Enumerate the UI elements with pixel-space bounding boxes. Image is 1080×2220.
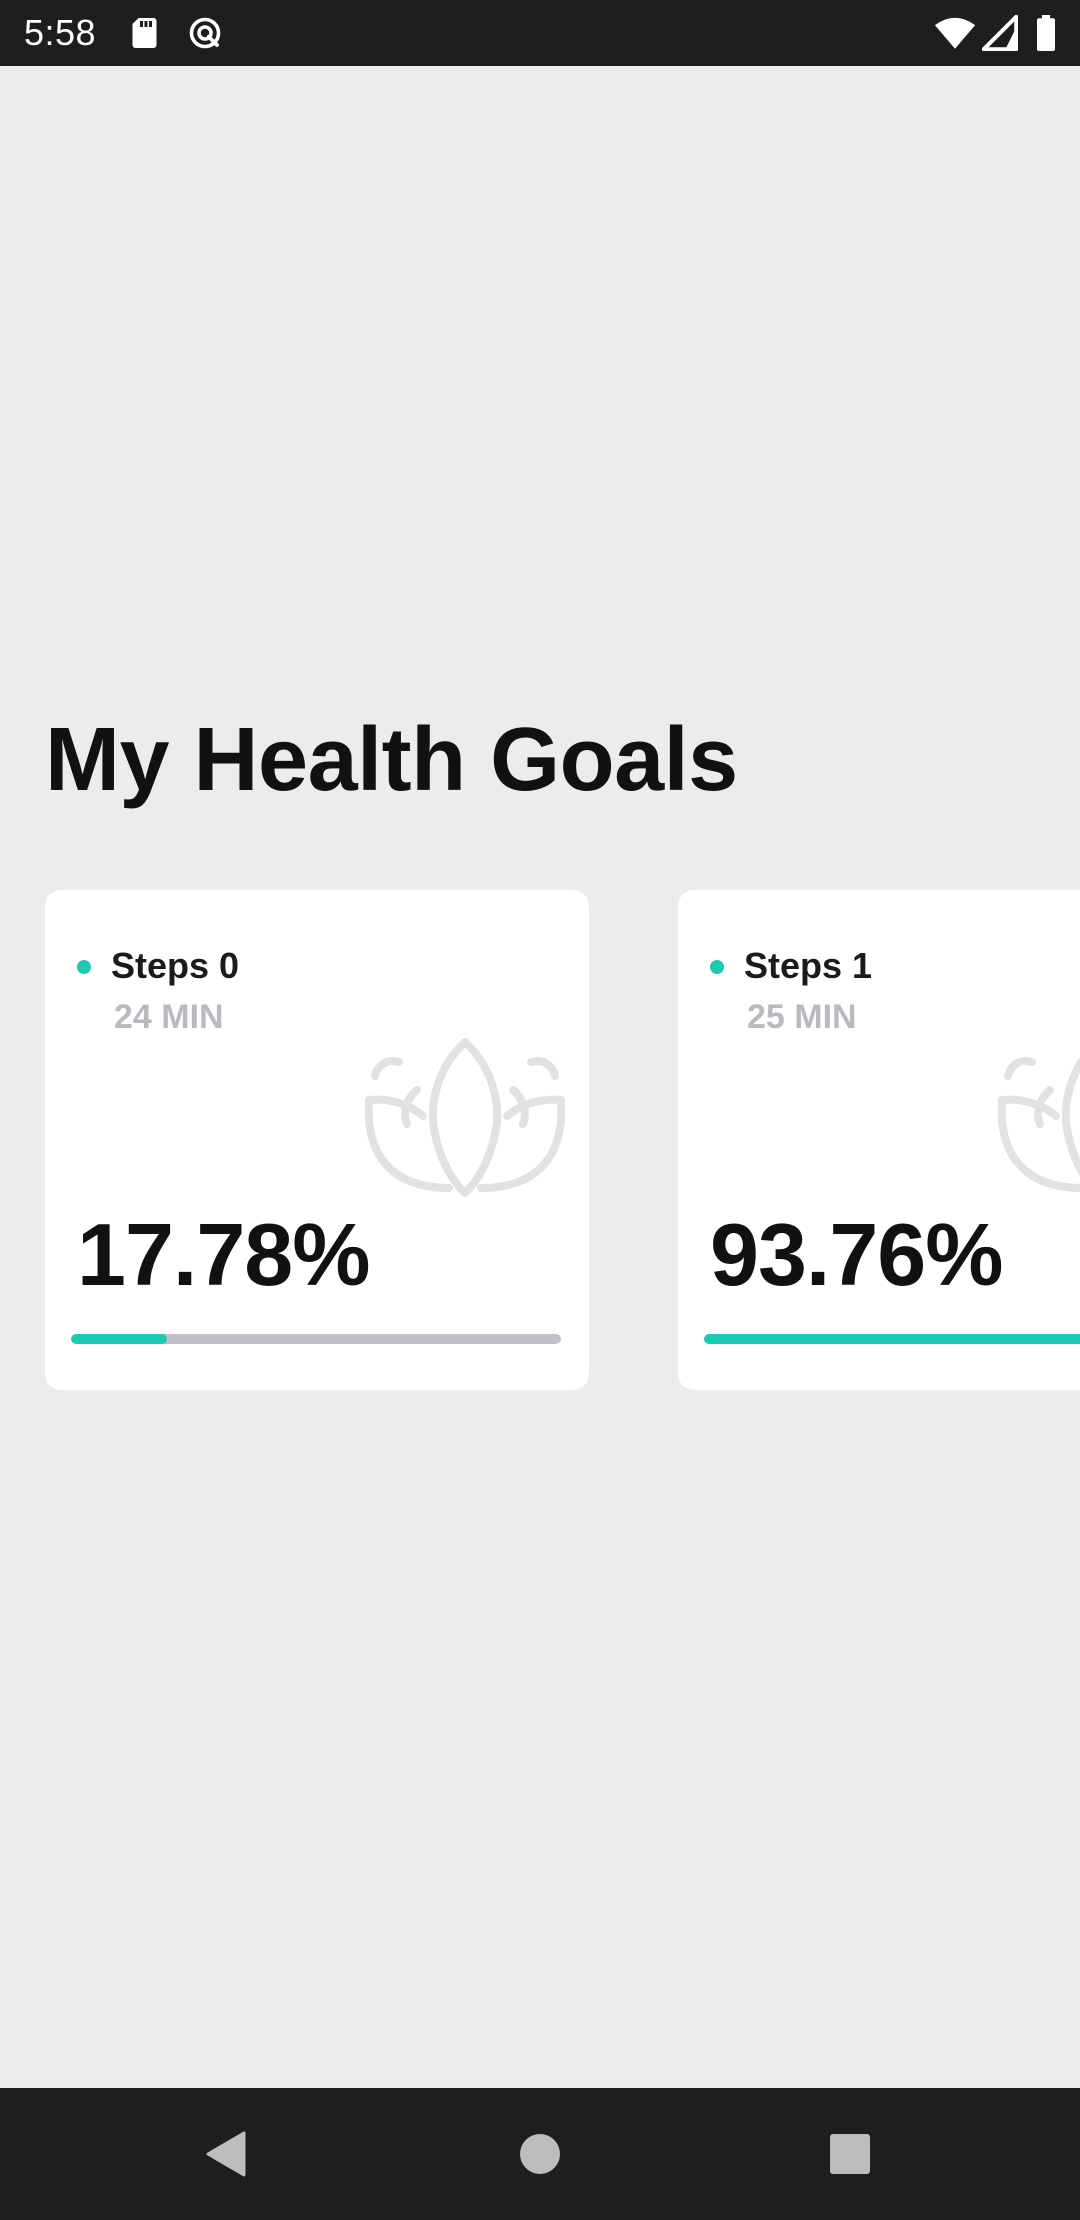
recents-icon[interactable] (820, 2124, 880, 2184)
progress-bar (704, 1334, 1080, 1344)
vpn-key-icon (189, 17, 221, 49)
battery-icon (1037, 15, 1055, 51)
progress-bar (71, 1334, 561, 1344)
status-bar: 5:58 (0, 0, 1080, 66)
lotus-icon (998, 1056, 1080, 1192)
goal-name: Steps 1 (744, 945, 873, 986)
goals-carousel[interactable]: Steps 0 24 MIN 17.78% Steps 1 25 MIN 93.… (0, 890, 1080, 1392)
navigation-bar (0, 2088, 1080, 2220)
cell-signal-icon (982, 15, 1018, 51)
goal-card[interactable]: Steps 0 24 MIN 17.78% (45, 890, 589, 1390)
goal-percent: 93.76% (710, 1205, 1003, 1304)
back-icon[interactable] (196, 2124, 256, 2184)
goal-card[interactable]: Steps 1 25 MIN 93.76% (678, 890, 1080, 1390)
lotus-icon (365, 1038, 565, 1197)
goal-duration: 25 MIN (747, 998, 857, 1036)
status-dot-icon (77, 960, 91, 974)
goal-percent: 17.78% (77, 1205, 370, 1304)
progress-fill (704, 1334, 1080, 1344)
home-icon[interactable] (510, 2124, 570, 2184)
progress-fill (71, 1334, 167, 1344)
goal-duration: 24 MIN (114, 998, 224, 1036)
status-time: 5:58 (24, 12, 97, 53)
page-title: My Health Goals (45, 710, 738, 810)
goal-name: Steps 0 (111, 945, 240, 986)
wifi-icon (934, 17, 976, 49)
status-dot-icon (710, 960, 724, 974)
sd-card-icon (132, 18, 157, 48)
